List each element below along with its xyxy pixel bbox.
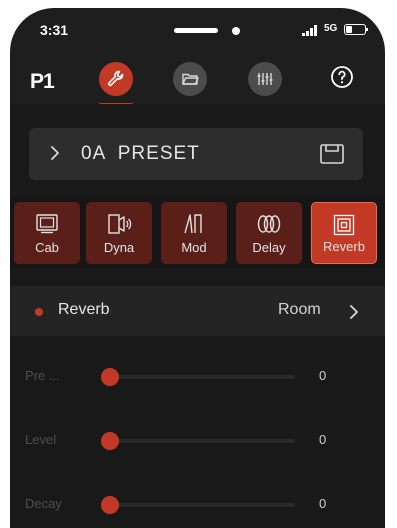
editor-content: 0A PRESET Cab Dyna Mod Delay Reverb Reve… — [10, 104, 385, 528]
status-bar: 3:31 5G — [10, 8, 385, 50]
status-time: 3:31 — [40, 22, 69, 38]
param-slider-knob[interactable] — [101, 496, 119, 514]
param-row: Pre ... 0 — [10, 356, 385, 396]
module-enabled-indicator[interactable] — [35, 308, 43, 316]
module-type: Room — [278, 301, 321, 318]
param-slider-track[interactable] — [102, 503, 295, 507]
param-row: Level 0 — [10, 420, 385, 460]
mixer-icon — [257, 73, 273, 85]
effect-reverb-button[interactable]: Reverb — [311, 202, 377, 264]
effect-cab-button[interactable]: Cab — [14, 202, 80, 264]
chevron-right-icon[interactable] — [349, 304, 359, 320]
dynamic-island-dot — [232, 27, 240, 35]
dyna-icon — [108, 214, 132, 234]
save-icon[interactable] — [319, 143, 345, 165]
param-label: Pre ... — [25, 368, 60, 383]
effect-dyna-button[interactable]: Dyna — [86, 202, 152, 264]
preset-name: 0A PRESET — [81, 143, 200, 164]
folder-icon — [182, 73, 199, 85]
chevron-right-icon — [51, 146, 59, 160]
help-icon[interactable] — [330, 65, 354, 89]
nav-edit-button[interactable] — [99, 62, 133, 96]
effect-chain: Cab Dyna Mod Delay Reverb — [10, 198, 385, 268]
param-slider-knob[interactable] — [101, 368, 119, 386]
cab-icon — [36, 214, 58, 234]
effect-delay-button[interactable]: Delay — [236, 202, 302, 264]
app-screen: 3:31 5G P1 0A PRESET Cab Dyna Mod Delay … — [10, 8, 385, 528]
delay-icon — [257, 215, 281, 233]
nav-presets-button[interactable] — [173, 62, 207, 96]
param-label: Decay — [25, 496, 62, 511]
param-value: 0 — [319, 368, 327, 383]
param-value: 0 — [319, 496, 327, 511]
module-header[interactable]: Reverb Room — [10, 286, 385, 336]
signal-icon — [302, 24, 317, 36]
app-logo: P1 — [30, 70, 55, 93]
param-slider-knob[interactable] — [101, 432, 119, 450]
wrench-icon — [107, 70, 124, 87]
effect-label: Mod — [181, 240, 207, 255]
reverb-icon — [333, 214, 355, 236]
param-value: 0 — [319, 432, 327, 447]
effect-mod-button[interactable]: Mod — [161, 202, 227, 264]
effect-label: Cab — [35, 240, 59, 255]
dynamic-island-pill — [174, 28, 218, 33]
network-label: 5G — [324, 23, 338, 34]
param-label: Level — [25, 432, 57, 447]
param-slider-track[interactable] — [102, 375, 295, 379]
effect-label: Reverb — [323, 239, 365, 254]
module-title: Reverb — [58, 301, 110, 318]
preset-bar[interactable]: 0A PRESET — [29, 128, 363, 180]
nav-mixer-button[interactable] — [248, 62, 282, 96]
battery-icon — [344, 24, 368, 35]
mod-icon — [184, 214, 202, 234]
param-row: Decay 0 — [10, 484, 385, 524]
param-slider-track[interactable] — [102, 439, 295, 443]
top-nav: P1 — [10, 56, 385, 108]
effect-label: Dyna — [103, 240, 135, 255]
effect-label: Delay — [252, 240, 286, 255]
